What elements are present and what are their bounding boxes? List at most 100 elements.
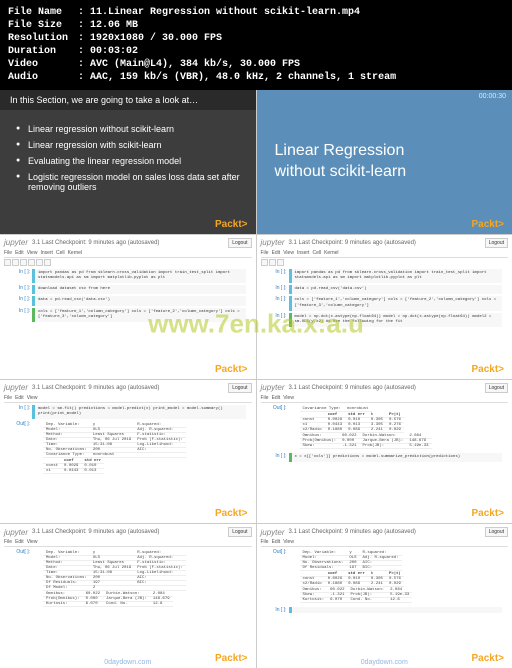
menu-item[interactable]: Edit [15,539,24,545]
output-cell: Out[ ]: Dep. Variable:yR-squared: Model:… [10,549,246,609]
cell-body[interactable]: data = pd.read_csv('data.csv') [32,296,246,305]
cell-prompt: In [ ]: [10,308,32,322]
thumbnail-jupyter-6[interactable]: jupyter 3.1 Last Checkpoint: 9 minutes a… [257,524,512,668]
thumbnail-jupyter-4[interactable]: jupyter 3.1 Last Checkpoint: 9 minutes a… [257,380,512,524]
add-cell-icon[interactable] [269,259,276,266]
jupyter-menubar: File Edit View Insert Cell Kernel [261,250,509,258]
thumbnail-jupyter-1[interactable]: jupyter 3.1 Last Checkpoint: 9 minutes a… [0,235,256,379]
save-icon[interactable] [4,259,11,266]
logout-button[interactable]: Logout [228,383,251,393]
menu-item[interactable]: File [4,250,12,256]
logout-button[interactable]: Logout [228,238,251,248]
cell-body[interactable]: import pandas as pd from sklearn.cross_v… [289,269,503,283]
code-cell[interactable]: In [ ]: model = np.dot(x.astype(np.float… [267,313,503,327]
thumbnail-jupyter-3[interactable]: jupyter 3.1 Last Checkpoint: 9 minutes a… [0,380,256,524]
cell-body[interactable]: data = pd.read_csv('data.csv') [289,285,503,294]
run-icon[interactable] [277,259,284,266]
cell-output: Dep. Variable:yR-squared: Model:OLSAdj. … [289,549,503,605]
cell-prompt: In [ ]: [267,313,289,327]
cell-body[interactable]: x = x[['cols']] predictions = model.summ… [289,453,503,462]
save-icon[interactable] [261,259,268,266]
menu-item[interactable]: Cell [312,250,321,256]
value-size: 12.06 MB [90,20,138,31]
ols-summary-table: Dep. Variable:yR-squared: Model:OLSAdj. … [43,423,186,458]
code-cell[interactable]: In [ ]: cols = ['feature_1','column_cate… [267,296,503,310]
packt-logo: Packt> [215,364,248,375]
logout-button[interactable]: Logout [485,238,508,248]
code-cell[interactable]: In [ ]: model = sm.fit() predictions = m… [10,405,246,419]
menu-item[interactable]: Edit [15,395,24,401]
ols-summary-table: Covariance Type:nonrobust [300,407,372,412]
code-cell[interactable]: In [ ]: import pandas as pd from sklearn… [267,269,503,283]
logout-button[interactable]: Logout [485,383,508,393]
menu-item[interactable]: Kernel [324,250,338,256]
cell-prompt: In [ ]: [10,269,32,283]
label-size: File Size [8,19,72,32]
logout-button[interactable]: Logout [228,527,251,537]
cell-body[interactable]: download dataset csv from here [32,285,246,294]
ols-coef-table: coefstd err const0.00290.010 x10.04430.0… [43,459,104,474]
jupyter-header: jupyter 3.1 Last Checkpoint: 9 minutes a… [4,238,252,248]
thumbnail-jupyter-5[interactable]: jupyter 3.1 Last Checkpoint: 9 minutes a… [0,524,256,668]
menu-item[interactable]: Edit [272,395,281,401]
jupyter-filename: 3.1 Last Checkpoint: 9 minutes ago (auto… [289,529,416,535]
jupyter-logo: jupyter [261,383,285,392]
run-icon[interactable] [44,259,51,266]
file-info-row: Video : AVC (Main@L4), 384 kb/s, 30.000 … [8,58,504,71]
menu-item[interactable]: View [27,395,38,401]
value-filename: 11.Linear Regression without scikit-lear… [90,7,360,18]
cell-body[interactable]: model = sm.fit() predictions = model.pre… [32,405,246,419]
menu-item[interactable]: View [283,539,294,545]
cell-body[interactable]: cols = ['feature_1','column_category'] c… [32,308,246,322]
menu-item[interactable]: File [261,250,269,256]
cell-body[interactable]: import pandas as pd from sklearn.cross_v… [32,269,246,283]
menu-item[interactable]: Edit [272,250,281,256]
menu-item[interactable]: Edit [272,539,281,545]
cell-body[interactable] [289,607,503,613]
cell-body[interactable]: model = np.dot(x.astype(np.float64)) mod… [289,313,503,327]
paste-icon[interactable] [36,259,43,266]
cell-output: Covariance Type:nonrobust coefstd errtP>… [289,405,503,451]
thumbnail-title[interactable]: 00:00:30 Linear Regression without sciki… [257,90,512,234]
menu-item[interactable]: Insert [40,250,53,256]
menu-item[interactable]: View [27,250,38,256]
cell-prompt: Out[ ]: [10,549,32,609]
code-cell[interactable]: In [ ]: [267,607,503,613]
code-cell[interactable]: In [ ]: x = x[['cols']] predictions = mo… [267,453,503,462]
menu-item[interactable]: File [4,539,12,545]
label-resolution: Resolution [8,32,72,45]
menu-item[interactable]: Edit [15,250,24,256]
menu-item[interactable]: File [261,395,269,401]
add-cell-icon[interactable] [12,259,19,266]
file-info-row: File Size : 12.06 MB [8,19,504,32]
thumbnail-jupyter-2[interactable]: jupyter 3.1 Last Checkpoint: 9 minutes a… [257,235,512,379]
cell-body[interactable]: cols = ['feature_1','column_category'] c… [289,296,503,310]
code-cell[interactable]: In [ ]: import pandas as pd from sklearn… [10,269,246,283]
menu-item[interactable]: View [283,250,294,256]
logout-button[interactable]: Logout [485,527,508,537]
menu-item[interactable]: File [261,539,269,545]
code-cell[interactable]: In [ ]: download dataset csv from here [10,285,246,294]
packt-logo: Packt> [471,653,504,664]
ols-diag-table: Omnibus:60.022Durbin-Watson:2.084 Skew:-… [300,588,413,603]
jupyter-logo: jupyter [4,383,28,392]
jupyter-toolbar [261,259,509,266]
code-cell[interactable]: In [ ]: cols = ['feature_1','column_cate… [10,308,246,322]
menu-item[interactable]: Insert [297,250,310,256]
menu-item[interactable]: View [27,539,38,545]
menu-item[interactable]: File [4,395,12,401]
code-cell[interactable]: In [ ]: data = pd.read_csv('data.csv') [10,296,246,305]
value-resolution: 1920x1080 / 30.000 FPS [90,33,222,44]
thumbnail-overview[interactable]: In this Section, we are going to take a … [0,90,256,234]
cell-prompt: In [ ]: [267,607,289,613]
output-cell: Out[ ]: Covariance Type:nonrobust coefst… [267,405,503,451]
code-cell[interactable]: In [ ]: data = pd.read_csv('data.csv') [267,285,503,294]
menu-item[interactable]: View [283,395,294,401]
menu-item[interactable]: Cell [56,250,65,256]
menu-item[interactable]: Kernel [68,250,82,256]
cell-prompt: In [ ]: [267,285,289,294]
ols-diag-table: Omnibus:60.022Durbin-Watson:2.084 Prob(O… [43,592,173,607]
copy-icon[interactable] [28,259,35,266]
file-info-row: File Name : 11.Linear Regression without… [8,6,504,19]
cut-icon[interactable] [20,259,27,266]
